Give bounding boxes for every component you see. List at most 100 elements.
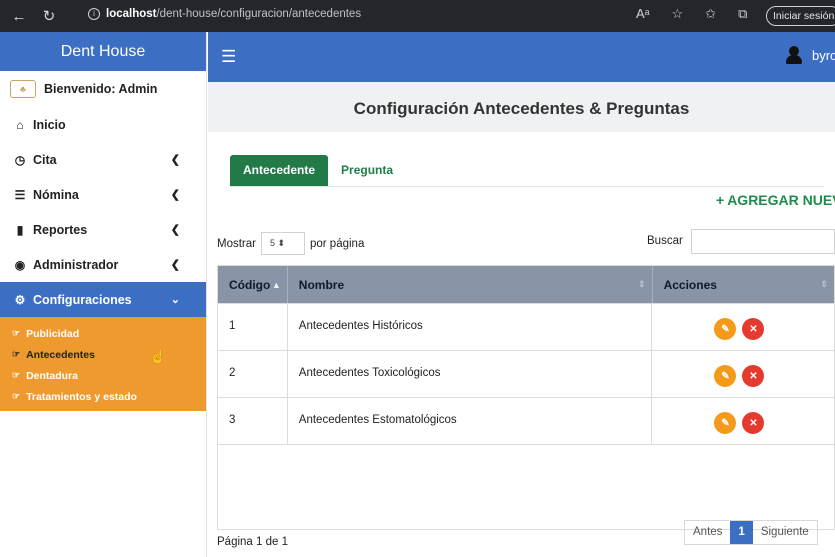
top-navbar: ☰ byron — [208, 32, 835, 82]
url-path: /dent-house/configuracion/antecedentes — [156, 8, 362, 20]
user-name: byron — [812, 47, 835, 63]
delete-icon[interactable]: ✕ — [742, 318, 765, 340]
sidebar-item-configuraciones[interactable]: ⚙ Configuraciones ⌄ — [0, 282, 206, 317]
sidebar-item-cita[interactable]: ◷ Cita ❮ — [0, 142, 206, 177]
sidebar-item-nomina[interactable]: ☰ Nómina ❮ — [0, 177, 206, 212]
cogs-icon: ⚙ — [14, 292, 26, 307]
table-row: 3 Antecedentes Estomatológicos ✎ ✕ — [218, 397, 834, 444]
submenu-label: Publicidad — [26, 327, 80, 340]
chevron-left-icon: ❮ — [170, 259, 180, 271]
header-label: Nombre — [298, 277, 345, 292]
signin-button[interactable]: Iniciar sesión — [766, 6, 835, 26]
sidebar-item-label: Nómina — [33, 187, 79, 202]
cell-codigo: 3 — [218, 398, 288, 444]
config-submenu: ☞ Publicidad ☞ Antecedentes ☞ Dentadura ☞ Tr… — [0, 317, 206, 411]
sidebar-item-label: Cita — [33, 152, 57, 167]
home-icon: ⌂ — [16, 117, 24, 132]
delete-icon[interactable]: ✕ — [742, 365, 765, 387]
hand-pointer-icon: ☞ — [12, 328, 21, 338]
add-new-button[interactable]: +AGREGAR NUEVO — [716, 192, 835, 208]
chevron-left-icon: ❮ — [170, 154, 180, 166]
hamburger-menu-icon[interactable]: ☰ — [221, 47, 236, 67]
sort-icon: ⇕ — [638, 279, 646, 289]
pagination: Antes 1 Siguiente — [684, 520, 818, 545]
collections-icon[interactable]: ⧉ — [738, 6, 747, 22]
clock-icon: ◷ — [14, 152, 26, 167]
sidebar: Dent House ♣ Bienvenido: Admin ⌂ Inicio ◷… — [0, 32, 207, 557]
content-panel: Antecedente Pregunta +AGREGAR NUEVO Most… — [208, 132, 835, 557]
page-size-select[interactable]: 5 ⬍ — [260, 232, 305, 255]
search-label: Buscar — [647, 235, 683, 247]
back-arrow-icon[interactable]: ← — [8, 5, 30, 27]
antecedentes-table: Código ▲ Nombre ⇕ Acciones ⇕ 1 Antecedentes… — [217, 265, 835, 530]
tab-antecedente[interactable]: Antecedente — [230, 155, 329, 187]
read-aloud-icon[interactable]: Aᵃ — [636, 6, 650, 22]
chevron-left-icon: ❮ — [170, 189, 180, 201]
page-size-value: 5 — [269, 238, 275, 248]
mouse-cursor-icon: ☝ — [150, 349, 167, 364]
main-content: Configuración Antecedentes & Preguntas A… — [208, 82, 835, 557]
cell-acciones: ✎ ✕ — [652, 304, 834, 350]
edit-icon[interactable]: ✎ — [714, 365, 737, 387]
chevron-down-icon: ⌄ — [170, 294, 180, 306]
sidebar-item-inicio[interactable]: ⌂ Inicio — [0, 107, 206, 142]
cell-nombre: Antecedentes Estomatológicos — [288, 398, 653, 444]
page-1-button[interactable]: 1 — [730, 521, 753, 544]
submenu-item-antecedentes[interactable]: ☞ Antecedentes — [0, 344, 206, 365]
sidebar-item-label: Inicio — [33, 117, 66, 132]
address-bar[interactable]: localhost/dent-house/configuracion/antec… — [106, 8, 361, 20]
table-empty-space — [218, 444, 834, 529]
tooth-logo-icon: ♣ — [10, 80, 36, 98]
submenu-item-dentadura[interactable]: ☞ Dentadura — [0, 365, 206, 386]
brand-title[interactable]: Dent House — [0, 32, 206, 71]
submenu-label: Dentadura — [26, 369, 79, 382]
tab-pregunta[interactable]: Pregunta — [328, 155, 406, 187]
browser-icons: Aᵃ ☆ ✩ ⧉ — [636, 6, 747, 22]
submenu-item-publicidad[interactable]: ☞ Publicidad — [0, 323, 206, 344]
sidebar-item-administrador[interactable]: ◉ Administrador ❮ — [0, 247, 206, 282]
page-title: Configuración Antecedentes & Preguntas — [353, 99, 690, 118]
cell-codigo: 1 — [218, 304, 288, 350]
welcome-row: ♣ Bienvenido: Admin — [0, 71, 206, 107]
submenu-label: Antecedentes — [26, 348, 95, 361]
table-row: 1 Antecedentes Históricos ✎ ✕ — [218, 303, 834, 350]
header-label: Código — [229, 277, 271, 292]
plus-icon: + — [716, 192, 725, 208]
user-menu[interactable]: byron — [786, 46, 835, 64]
hand-pointer-icon: ☞ — [12, 349, 21, 359]
search-input[interactable] — [691, 229, 835, 254]
show-suffix: por página — [309, 237, 365, 250]
delete-icon[interactable]: ✕ — [742, 412, 765, 434]
edit-icon[interactable]: ✎ — [714, 318, 737, 340]
sidebar-item-label: Reportes — [33, 222, 88, 237]
nav-menu: ⌂ Inicio ◷ Cita ❮ ☰ Nómina ❮ ▮ Reportes ❮ ◉ Admi… — [0, 107, 206, 317]
prev-page-button[interactable]: Antes — [685, 521, 730, 544]
col-codigo[interactable]: Código ▲ — [218, 266, 288, 303]
pdf-file-icon: ▮ — [16, 222, 24, 237]
user-icon — [786, 46, 802, 64]
info-icon[interactable]: i — [88, 8, 100, 20]
sort-icon: ⇕ — [820, 279, 828, 289]
tabs: Antecedente Pregunta — [230, 155, 406, 187]
sidebar-item-reportes[interactable]: ▮ Reportes ❮ — [0, 212, 206, 247]
cell-nombre: Antecedentes Históricos — [288, 304, 653, 350]
submenu-item-tratamientos[interactable]: ☞ Tratamientos y estado — [0, 386, 206, 407]
table-header: Código ▲ Nombre ⇕ Acciones ⇕ — [218, 266, 834, 303]
welcome-text: Bienvenido: Admin — [44, 82, 158, 96]
chevron-left-icon: ❮ — [170, 224, 180, 236]
show-prefix: Mostrar — [217, 237, 256, 250]
sidebar-item-label: Configuraciones — [33, 292, 132, 307]
col-nombre[interactable]: Nombre ⇕ — [288, 266, 653, 303]
refresh-icon[interactable]: ↻ — [38, 5, 60, 27]
favorite-icon[interactable]: ☆ — [672, 6, 684, 22]
url-host: localhost — [106, 8, 157, 20]
tab-divider — [230, 186, 824, 187]
lock-icon: ◉ — [14, 257, 26, 272]
browser-toolbar: ← ↻ i localhost/dent-house/configuracion… — [0, 0, 835, 32]
favorites-bar-icon[interactable]: ✩ — [705, 6, 716, 22]
edit-icon[interactable]: ✎ — [714, 412, 737, 434]
col-acciones[interactable]: Acciones ⇕ — [653, 266, 834, 303]
list-icon: ☰ — [14, 187, 26, 202]
next-page-button[interactable]: Siguiente — [753, 521, 817, 544]
cell-acciones: ✎ ✕ — [652, 351, 834, 397]
